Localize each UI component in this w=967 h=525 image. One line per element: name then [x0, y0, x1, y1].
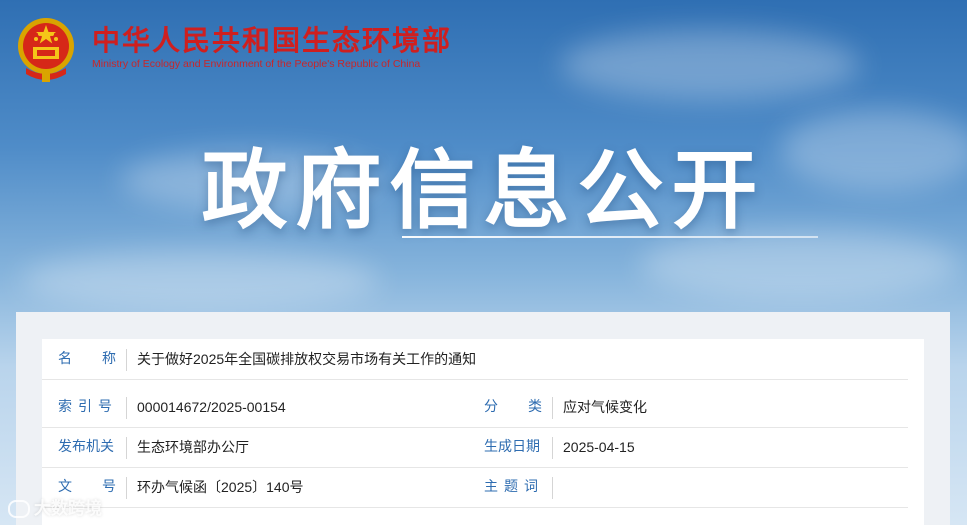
- info-row-docno: 文 号 环办气候函〔2025〕140号 主题词: [42, 467, 908, 508]
- site-header: 中华人民共和国生态环境部 Ministry of Ecology and Env…: [0, 0, 967, 100]
- national-emblem-icon[interactable]: [16, 16, 76, 84]
- index-label: 索引号: [58, 399, 118, 415]
- document-info-panel: 名 称 关于做好2025年全国碳排放权交易市场有关工作的通知 索引号 00001…: [42, 339, 924, 525]
- divider: [126, 437, 127, 459]
- category-label: 分 类: [484, 399, 550, 415]
- divider: [126, 349, 127, 371]
- info-row-issuer: 发布机关 生态环境部办公厅 生成日期 2025-04-15: [42, 427, 908, 468]
- date-label: 生成日期: [484, 439, 540, 455]
- name-label: 名 称: [58, 351, 124, 367]
- keywords-label: 主题词: [484, 479, 544, 495]
- title-underline: [402, 236, 818, 238]
- divider: [552, 397, 553, 419]
- ministry-name-chinese[interactable]: 中华人民共和国生态环境部: [92, 19, 452, 59]
- divider: [552, 437, 553, 459]
- divider: [126, 477, 127, 499]
- watermark-text: 大数跨境: [34, 499, 102, 519]
- divider: [126, 397, 127, 419]
- docno-value: 环办气候函〔2025〕140号: [137, 479, 304, 495]
- watermark-logo-icon: [8, 500, 30, 518]
- divider: [552, 477, 553, 499]
- ministry-name-english[interactable]: Ministry of Ecology and Environment of t…: [92, 58, 420, 70]
- issuer-label: 发布机关: [58, 439, 114, 455]
- category-value: 应对气候变化: [563, 399, 647, 415]
- info-row-index: 索引号 000014672/2025-00154 分 类 应对气候变化: [42, 387, 908, 428]
- watermark: 大数跨境: [8, 494, 102, 519]
- name-value: 关于做好2025年全国碳排放权交易市场有关工作的通知: [137, 351, 477, 367]
- info-row-name: 名 称 关于做好2025年全国碳排放权交易市场有关工作的通知: [42, 339, 908, 380]
- index-value: 000014672/2025-00154: [137, 399, 286, 415]
- issuer-value: 生态环境部办公厅: [137, 439, 249, 455]
- date-value: 2025-04-15: [563, 439, 635, 455]
- page-title: 政府信息公开: [201, 141, 766, 241]
